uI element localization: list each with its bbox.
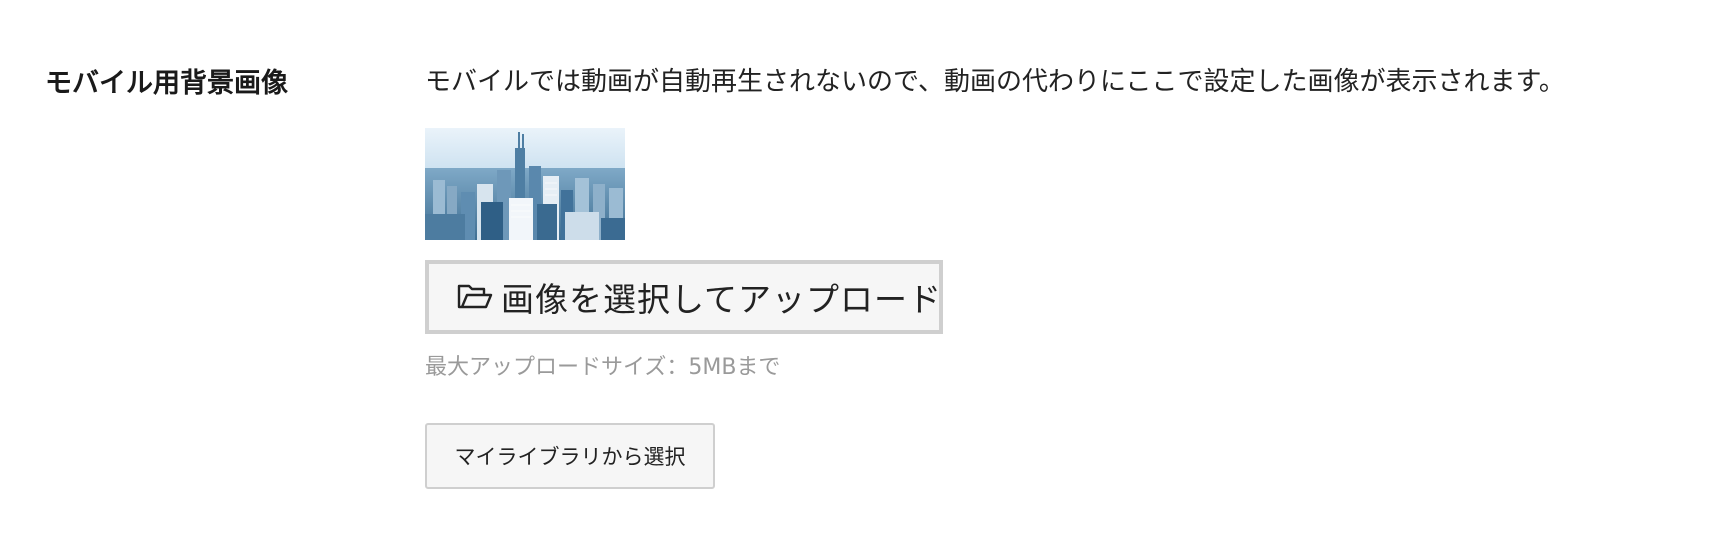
upload-button-label: 画像を選択してアップロード xyxy=(501,280,943,319)
folder-open-icon xyxy=(457,282,493,312)
max-upload-size-hint: 最大アップロードサイズ：5MBまで xyxy=(425,355,781,380)
upload-image-button[interactable]: 画像を選択してアップロード xyxy=(425,260,943,334)
mobile-background-setting: モバイル用背景画像 モバイルでは動画が自動再生されないので、動画の代わりにここで… xyxy=(0,0,1720,542)
setting-label: モバイル用背景画像 xyxy=(45,68,288,99)
select-from-library-button[interactable]: マイライブラリから選択 xyxy=(425,423,715,489)
setting-description: モバイルでは動画が自動再生されないので、動画の代わりにここで設定した画像が表示さ… xyxy=(425,67,1565,97)
city-skyline-image xyxy=(425,128,625,240)
background-image-preview xyxy=(425,128,625,240)
